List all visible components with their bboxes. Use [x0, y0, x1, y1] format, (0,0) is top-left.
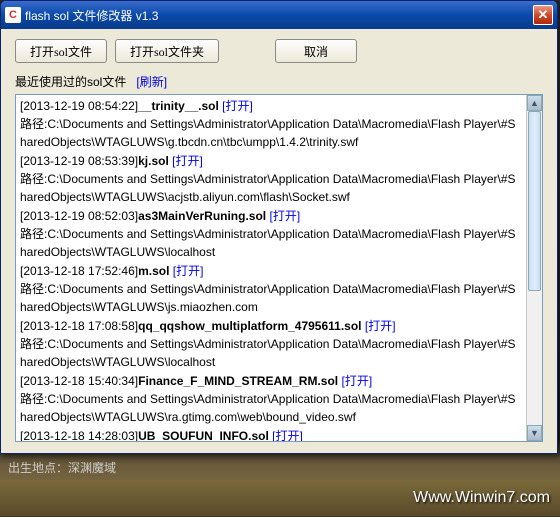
client-area: 打开sol文件 打开sol文件夹 取消 最近使用过的sol文件 [刷新] [20… [1, 29, 557, 452]
file-name: m.sol [138, 264, 169, 278]
app-window: C flash sol 文件修改器 v1.3 ✕ 打开sol文件 打开sol文件… [0, 0, 558, 454]
timestamp: [2013-12-19 08:53:39] [20, 154, 138, 168]
file-path: 路径:C:\Documents and Settings\Administrat… [20, 170, 522, 206]
file-name: __trinity__.sol [138, 99, 219, 113]
list-item: [2013-12-18 14:28:03]UB_SOUFUN_INFO.sol … [20, 427, 522, 441]
scrollbar[interactable]: ▲ ▼ [526, 95, 542, 441]
close-button[interactable]: ✕ [533, 5, 553, 25]
list-item: [2013-12-18 17:52:46]m.sol [打开]路径:C:\Doc… [20, 262, 522, 316]
timestamp: [2013-12-18 15:40:34] [20, 374, 138, 388]
list-item: [2013-12-18 15:40:34]Finance_F_MIND_STRE… [20, 372, 522, 426]
open-link[interactable]: [打开] [222, 99, 253, 113]
timestamp: [2013-12-18 17:08:58] [20, 319, 138, 333]
file-path: 路径:C:\Documents and Settings\Administrat… [20, 280, 522, 316]
recent-files-label: 最近使用过的sol文件 [刷新] [15, 73, 543, 90]
window-title: flash sol 文件修改器 v1.3 [25, 7, 533, 24]
bg-url-text: Www.Winwin7.com [413, 489, 550, 507]
list-item-head: [2013-12-18 15:40:34]Finance_F_MIND_STRE… [20, 372, 522, 390]
recent-label-text: 最近使用过的sol文件 [15, 75, 126, 89]
timestamp: [2013-12-19 08:52:03] [20, 209, 138, 223]
list-item: [2013-12-19 08:53:39]kj.sol [打开]路径:C:\Do… [20, 152, 522, 206]
file-path: 路径:C:\Documents and Settings\Administrat… [20, 115, 522, 151]
recent-list-box: [2013-12-19 08:54:22]__trinity__.sol [打开… [15, 94, 543, 442]
close-icon: ✕ [538, 7, 549, 23]
list-item-head: [2013-12-19 08:54:22]__trinity__.sol [打开… [20, 97, 522, 115]
open-link[interactable]: [打开] [270, 209, 301, 223]
refresh-link[interactable]: [刷新] [136, 75, 167, 89]
list-item-head: [2013-12-18 17:52:46]m.sol [打开] [20, 262, 522, 280]
file-name: as3MainVerRuning.sol [138, 209, 266, 223]
titlebar[interactable]: C flash sol 文件修改器 v1.3 ✕ [1, 1, 557, 29]
open-link[interactable]: [打开] [365, 319, 396, 333]
file-name: UB_SOUFUN_INFO.sol [138, 429, 269, 441]
file-path: 路径:C:\Documents and Settings\Administrat… [20, 335, 522, 371]
open-sol-folder-button[interactable]: 打开sol文件夹 [115, 39, 219, 63]
button-row: 打开sol文件 打开sol文件夹 取消 [15, 39, 543, 63]
file-name: kj.sol [138, 154, 169, 168]
file-name: Finance_F_MIND_STREAM_RM.sol [138, 374, 338, 388]
list-item-head: [2013-12-18 17:08:58]qq_qqshow_multiplat… [20, 317, 522, 335]
bg-bottom-bar: Www.Winwin7.com [0, 480, 560, 516]
bg-location-text: 出生地点：深渊魔域 [8, 459, 116, 476]
list-item-head: [2013-12-19 08:53:39]kj.sol [打开] [20, 152, 522, 170]
list-item-head: [2013-12-19 08:52:03]as3MainVerRuning.so… [20, 207, 522, 225]
open-link[interactable]: [打开] [342, 374, 373, 388]
file-name: qq_qqshow_multiplatform_4795611.sol [138, 319, 361, 333]
list-item: [2013-12-18 17:08:58]qq_qqshow_multiplat… [20, 317, 522, 371]
scroll-down-button[interactable]: ▼ [527, 425, 542, 441]
list-item: [2013-12-19 08:54:22]__trinity__.sol [打开… [20, 97, 522, 151]
timestamp: [2013-12-18 14:28:03] [20, 429, 138, 441]
cancel-button[interactable]: 取消 [275, 39, 357, 63]
timestamp: [2013-12-19 08:54:22] [20, 99, 138, 113]
open-sol-file-button[interactable]: 打开sol文件 [15, 39, 107, 63]
list-item-head: [2013-12-18 14:28:03]UB_SOUFUN_INFO.sol … [20, 427, 522, 441]
file-path: 路径:C:\Documents and Settings\Administrat… [20, 390, 522, 426]
recent-list-content: [2013-12-19 08:54:22]__trinity__.sol [打开… [16, 95, 526, 441]
app-icon: C [5, 7, 21, 23]
open-link[interactable]: [打开] [172, 154, 203, 168]
file-path: 路径:C:\Documents and Settings\Administrat… [20, 225, 522, 261]
open-link[interactable]: [打开] [173, 264, 204, 278]
scroll-thumb[interactable] [528, 111, 541, 291]
scroll-up-button[interactable]: ▲ [527, 95, 542, 111]
open-link[interactable]: [打开] [272, 429, 303, 441]
list-item: [2013-12-19 08:52:03]as3MainVerRuning.so… [20, 207, 522, 261]
timestamp: [2013-12-18 17:52:46] [20, 264, 138, 278]
